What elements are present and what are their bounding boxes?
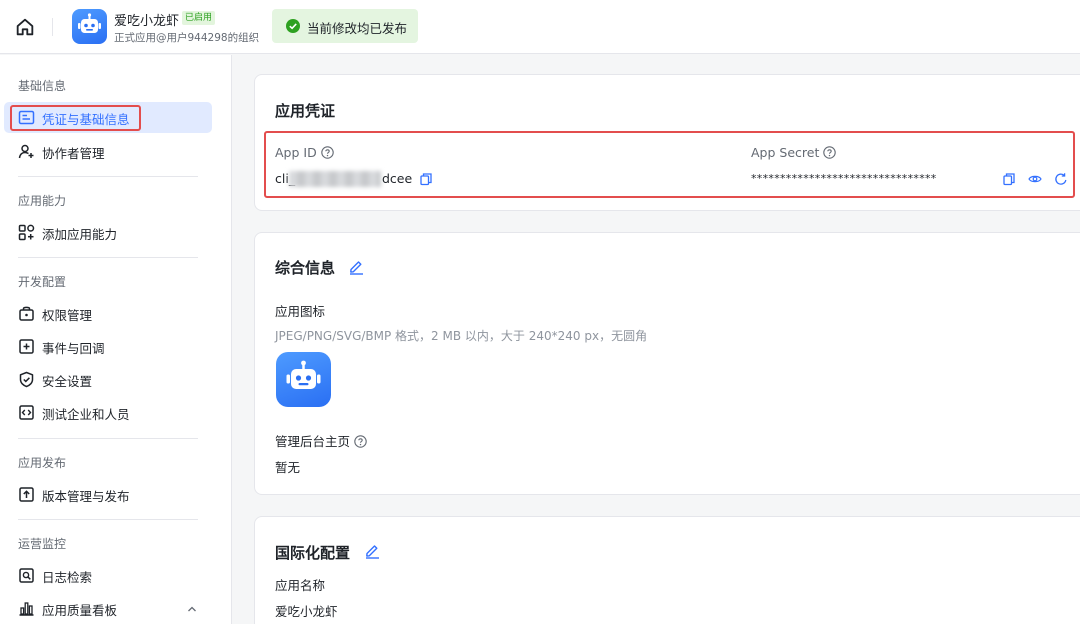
sidebar-item-events[interactable]: 事件与回调 [4,331,212,362]
section-title: 运营监控 [18,537,67,551]
home-icon[interactable] [14,16,36,38]
user-plus-icon [18,144,34,159]
app-logo [72,9,107,44]
app-name-label: 应用名称 [275,578,326,593]
publish-status-toast: 当前修改均已发布 [272,9,418,43]
top-bar: 爱吃小龙虾 已启用 正式应用@用户944298的组织 当前修改均已发布 [0,0,1080,54]
homepage-value: 暂无 [275,460,301,475]
sidebar-item-versions[interactable]: 版本管理与发布 [4,479,212,510]
sidebar-item-quality-board[interactable]: 应用质量看板 [4,593,212,624]
card-title: 综合信息 [275,259,336,277]
sidebar-item-security[interactable]: 安全设置 [4,364,212,395]
robot-icon [78,13,101,33]
sidebar-item-label: 权限管理 [42,308,93,323]
sidebar-item-add-capability[interactable]: 添加应用能力 [4,217,212,248]
header-divider [52,18,53,36]
sidebar-divider [18,519,198,520]
sidebar-item-label: 版本管理与发布 [42,489,130,504]
shield-check-icon [19,371,34,388]
sidebar-divider [18,438,198,439]
sidebar-divider [18,176,198,177]
help-icon[interactable] [354,435,367,448]
card-title: 国际化配置 [275,544,351,562]
sidebar-item-label: 应用质量看板 [42,603,118,618]
homepage-label: 管理后台主页 [275,431,367,450]
highlight-box [10,105,141,131]
lock-box-icon [19,306,34,321]
sidebar-divider [18,257,198,258]
sidebar-item-label: 添加应用能力 [42,227,118,242]
toast-text: 当前修改均已发布 [307,21,408,36]
sidebar-item-label: 协作者管理 [42,146,105,161]
code-box-icon [19,405,34,420]
app-name: 爱吃小龙虾 [114,14,180,29]
section-title: 应用能力 [18,194,67,208]
highlight-box [264,131,1075,198]
sidebar-item-test-org[interactable]: 测试企业和人员 [4,397,212,428]
app-org: 正式应用@用户944298的组织 [114,32,260,44]
app-icon-preview[interactable] [276,352,331,407]
check-circle-icon [286,19,300,33]
status-badge: 已启用 [182,11,216,25]
upload-box-icon [19,487,34,502]
chevron-up-icon[interactable] [186,603,198,615]
sidebar-item-permissions[interactable]: 权限管理 [4,298,212,329]
sidebar-item-logs[interactable]: 日志检索 [4,560,212,591]
edit-icon[interactable] [348,258,365,275]
general-info-card [254,232,1080,495]
bar-chart-icon [19,602,34,616]
event-plus-icon [19,339,34,354]
sidebar-item-collaborators[interactable]: 协作者管理 [4,136,212,167]
sidebar-item-label: 安全设置 [42,374,93,389]
app-name-value: 爱吃小龙虾 [275,604,338,619]
edit-icon[interactable] [364,542,381,559]
sidebar-item-label: 事件与回调 [42,341,105,356]
log-search-icon [19,568,34,583]
robot-icon [286,360,321,389]
app-icon-label: 应用图标 [275,304,326,319]
section-title: 开发配置 [18,275,67,289]
sidebar-item-label: 测试企业和人员 [42,407,130,422]
i18n-card [254,516,1080,624]
app-icon-hint: JPEG/PNG/SVG/BMP 格式，2 MB 以内，大于 240*240 p… [275,329,648,343]
card-title: 应用凭证 [275,102,336,120]
grid-add-icon [18,224,35,241]
section-title: 应用发布 [18,456,67,470]
sidebar-item-label: 日志检索 [42,570,93,585]
section-title: 基础信息 [18,79,67,93]
